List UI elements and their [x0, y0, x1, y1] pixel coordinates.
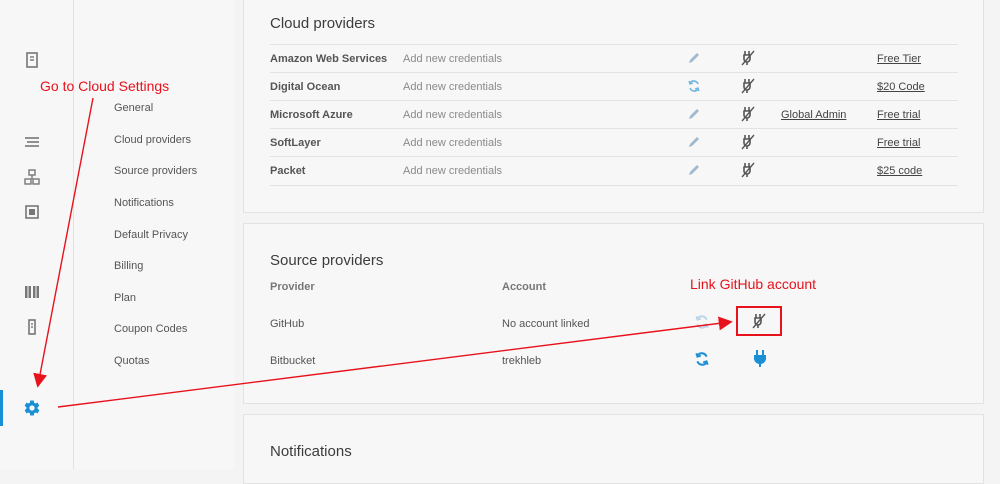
annotation-link-github: Link GitHub account [690, 276, 817, 292]
arrow-to-settings [33, 97, 94, 388]
annotation-arrows [33, 97, 733, 408]
annotation-cloud-settings: Go to Cloud Settings [40, 78, 170, 94]
arrow-to-github-plug [57, 316, 733, 408]
github-link-highlight [736, 306, 782, 336]
